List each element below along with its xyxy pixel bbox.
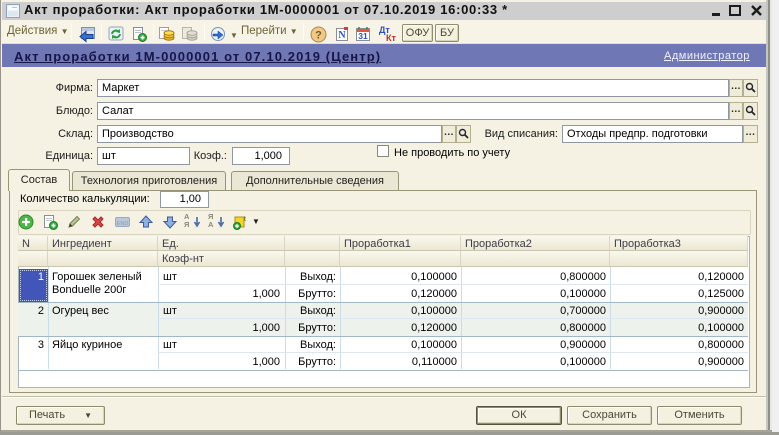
svg-text:END: END <box>117 221 129 227</box>
svg-text:N: N <box>338 30 346 41</box>
svg-text:t: t <box>244 216 246 223</box>
svg-text:?: ? <box>315 30 322 42</box>
svg-text:31: 31 <box>358 31 368 41</box>
